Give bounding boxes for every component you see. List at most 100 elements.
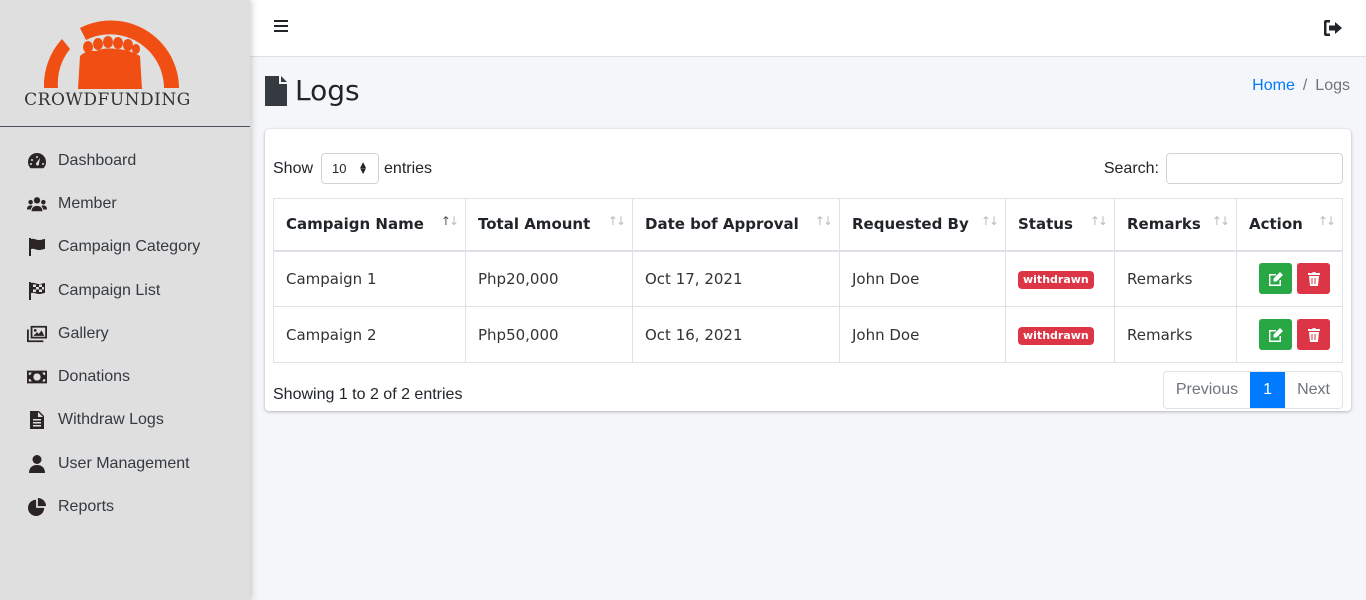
sidebar-item-member[interactable]: Member — [0, 182, 250, 225]
search-label: Search: — [1103, 159, 1159, 177]
status-badge: withdrawn — [1018, 270, 1094, 289]
trash-icon — [1307, 271, 1320, 286]
sidebar-item-reports[interactable]: Reports — [0, 485, 250, 528]
delete-button[interactable] — [1297, 319, 1330, 350]
cell-remarks: Remarks — [1114, 306, 1237, 363]
logs-card: Show 10 ▲ ▼ entries Search: Campaign Name… — [265, 129, 1351, 411]
content-header: Logs Home / Logs — [250, 57, 1366, 127]
sidebar-item-dashboard[interactable]: Dashboard — [0, 139, 250, 182]
search-control: Search: — [1104, 153, 1343, 184]
user-icon — [26, 454, 48, 474]
search-input[interactable] — [1166, 153, 1343, 184]
flag-checkered-icon — [26, 281, 48, 301]
sort-icon: ↑↓ — [607, 214, 626, 228]
sidebar-nav: Dashboard Member Campaign Category Campa… — [0, 127, 250, 529]
page-length-select[interactable]: 10 ▲ ▼ — [321, 153, 380, 184]
edit-button[interactable] — [1259, 263, 1292, 295]
sidebar-item-gallery[interactable]: Gallery — [0, 312, 250, 355]
table-row: Campaign 1 Php20,000 Oct 17, 2021 John D… — [273, 250, 1343, 307]
status-badge: withdrawn — [1018, 326, 1094, 345]
cell-campaign: Campaign 2 — [273, 306, 466, 363]
sidebar-item-label: Campaign List — [58, 281, 161, 299]
column-header-date-approval[interactable]: Date bof Approval ↑↓ — [632, 198, 840, 252]
edit-icon — [1268, 327, 1283, 342]
table-header-row: Campaign Name ↑↓ Total Amount ↑↓ Date bof … — [273, 198, 1343, 252]
sidebar-item-donations[interactable]: Donations — [0, 355, 250, 398]
file-alt-icon — [26, 410, 48, 430]
edit-button[interactable] — [1259, 319, 1292, 350]
pagination-previous[interactable]: Previous — [1164, 372, 1250, 408]
images-icon — [26, 324, 48, 344]
sidebar-item-label: Member — [58, 194, 117, 212]
column-label: Campaign Name — [286, 215, 424, 234]
sidebar-item-label: Dashboard — [58, 151, 137, 169]
column-label: Total Amount — [478, 215, 591, 234]
sidebar-item-campaign-category[interactable]: Campaign Category — [0, 226, 250, 269]
cell-status: withdrawn — [1005, 306, 1115, 363]
column-header-requested-by[interactable]: Requested By ↑↓ — [839, 198, 1006, 252]
flag-icon — [26, 237, 48, 257]
file-icon — [265, 75, 287, 106]
column-header-status[interactable]: Status ↑↓ — [1005, 198, 1115, 252]
users-icon — [26, 194, 48, 214]
cell-actions — [1236, 306, 1343, 363]
sort-icon: ↑↓ — [440, 214, 459, 228]
breadcrumb-home[interactable]: Home — [1252, 77, 1295, 95]
sort-icon: ↑↓ — [814, 214, 833, 228]
cell-date: Oct 16, 2021 — [632, 306, 840, 363]
edit-icon — [1268, 271, 1283, 286]
cell-remarks: Remarks — [1114, 250, 1237, 307]
sidebar-item-label: Campaign Category — [58, 238, 201, 256]
tachometer-icon — [26, 151, 48, 171]
column-label: Remarks — [1127, 215, 1201, 234]
select-arrows-icon: ▲ ▼ — [358, 159, 369, 177]
crowdfunding-logo-icon — [43, 20, 179, 89]
sidebar-item-campaign-list[interactable]: Campaign List — [0, 269, 250, 312]
column-label: Status — [1018, 215, 1073, 234]
sidebar-item-withdraw-logs[interactable]: Withdraw Logs — [0, 399, 250, 442]
cell-requested-by: John Doe — [839, 306, 1006, 363]
bars-icon[interactable] — [274, 20, 288, 34]
breadcrumb: Home / Logs — [1252, 77, 1350, 95]
column-label: Requested By — [852, 215, 969, 234]
cell-requested-by: John Doe — [839, 250, 1006, 307]
chart-pie-icon — [26, 497, 48, 517]
sidebar-item-user-management[interactable]: User Management — [0, 442, 250, 485]
column-label: Date bof Approval — [645, 215, 799, 234]
logs-table: Campaign Name ↑↓ Total Amount ↑↓ Date bof … — [273, 198, 1343, 363]
sidebar-item-label: User Management — [58, 454, 190, 472]
breadcrumb-current: Logs — [1315, 77, 1350, 94]
brand-name: CROWDFUNDING — [24, 90, 191, 110]
sidebar-item-label: Gallery — [58, 324, 109, 342]
column-header-campaign-name[interactable]: Campaign Name ↑↓ — [273, 198, 466, 252]
cell-date: Oct 17, 2021 — [632, 250, 840, 307]
cell-amount: Php50,000 — [465, 306, 633, 363]
column-header-remarks[interactable]: Remarks ↑↓ — [1114, 198, 1237, 252]
breadcrumb-separator: / — [1302, 77, 1308, 94]
table-row: Campaign 2 Php50,000 Oct 16, 2021 John D… — [273, 306, 1343, 363]
cell-actions — [1236, 250, 1343, 307]
pagination: Previous 1 Next — [1162, 371, 1343, 409]
pagination-next[interactable]: Next — [1285, 372, 1342, 408]
sort-icon: ↑↓ — [1317, 214, 1336, 228]
sort-icon: ↑↓ — [980, 214, 999, 228]
page-length-control: Show 10 ▲ ▼ entries — [273, 153, 432, 184]
pagination-page-1[interactable]: 1 — [1250, 372, 1286, 408]
column-header-total-amount[interactable]: Total Amount ↑↓ — [465, 198, 633, 252]
column-label: Action — [1249, 215, 1303, 234]
page-title: Logs — [265, 74, 360, 107]
money-bill-icon — [26, 367, 48, 387]
sidebar-item-label: Withdraw Logs — [58, 411, 164, 429]
cell-status: withdrawn — [1005, 250, 1115, 307]
column-header-action[interactable]: Action ↑↓ — [1236, 198, 1343, 252]
delete-button[interactable] — [1297, 263, 1330, 295]
cell-campaign: Campaign 1 — [273, 250, 466, 307]
show-label: Show — [273, 159, 314, 177]
sign-out-icon[interactable] — [1324, 20, 1342, 36]
table-info: Showing 1 to 2 of 2 entries — [273, 386, 463, 403]
sidebar: CROWDFUNDING Dashboard Member Campaign C… — [0, 0, 250, 600]
entries-label: entries — [384, 159, 433, 177]
brand[interactable]: CROWDFUNDING — [0, 0, 250, 127]
trash-icon — [1307, 327, 1320, 342]
page-length-value: 10 — [332, 161, 347, 176]
